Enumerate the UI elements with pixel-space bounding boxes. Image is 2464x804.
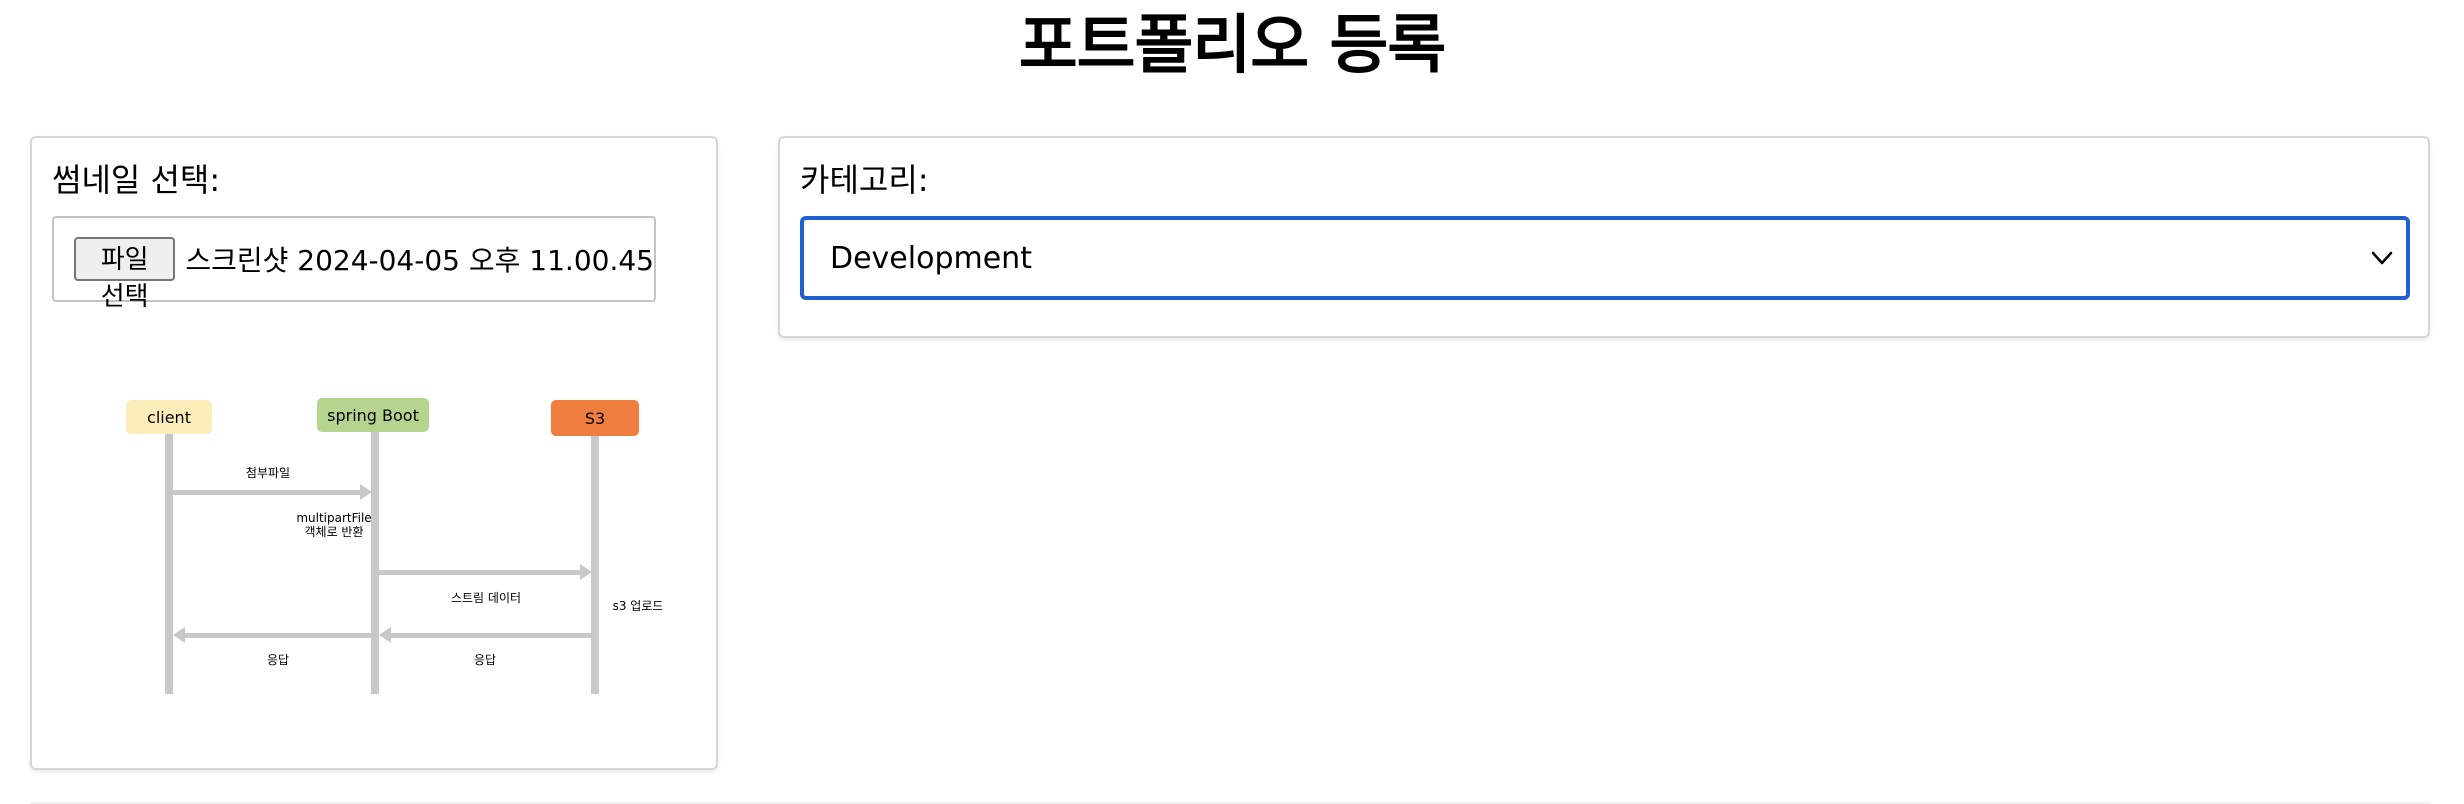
category-label: 카테고리: (800, 161, 929, 199)
convert-label-2: 객체로 반환 (304, 525, 363, 539)
convert-label-1: multipartFile (296, 511, 371, 525)
response-label-1: 응답 (267, 653, 289, 667)
selected-file-name: 스크린샷 2024-04-05 오후 11.00.45 (185, 244, 654, 277)
page-title: 포트폴리오 등록 (1018, 9, 1446, 83)
stream-arrow (379, 564, 592, 580)
category-select[interactable]: Development (800, 216, 2410, 300)
server-lifeline (371, 432, 379, 694)
thumbnail-label: 썸네일 선택: (52, 161, 221, 199)
client-actor-label: client (147, 408, 191, 427)
upload-label: s3 업로드 (613, 599, 662, 613)
thumbnail-preview-diagram: client spring Boot S3 첨부파일 multipartFile… (126, 398, 662, 694)
client-lifeline (165, 432, 173, 694)
response-arrow-storage (379, 627, 591, 643)
chevron-down-icon (2371, 251, 2393, 265)
category-selected-value: Development (830, 240, 1032, 276)
response-arrow-server (173, 627, 371, 643)
file-select-button[interactable]: 파일 선택 (74, 237, 176, 312)
storage-lifeline (591, 432, 599, 694)
storage-actor-label: S3 (585, 409, 605, 428)
category-panel: 카테고리: Development (778, 136, 2430, 338)
attach-arrow (173, 484, 372, 500)
stream-label: 스트림 데이터 (451, 591, 521, 605)
server-actor-label: spring Boot (327, 406, 419, 425)
thumbnail-panel: 썸네일 선택: 파일 선택 스크린샷 2024-04-05 오후 11.00.4… (30, 136, 718, 770)
file-input[interactable]: 파일 선택 스크린샷 2024-04-05 오후 11.00.45 (52, 216, 656, 312)
attach-label: 첨부파일 (246, 466, 290, 480)
response-label-2: 응답 (474, 653, 496, 667)
